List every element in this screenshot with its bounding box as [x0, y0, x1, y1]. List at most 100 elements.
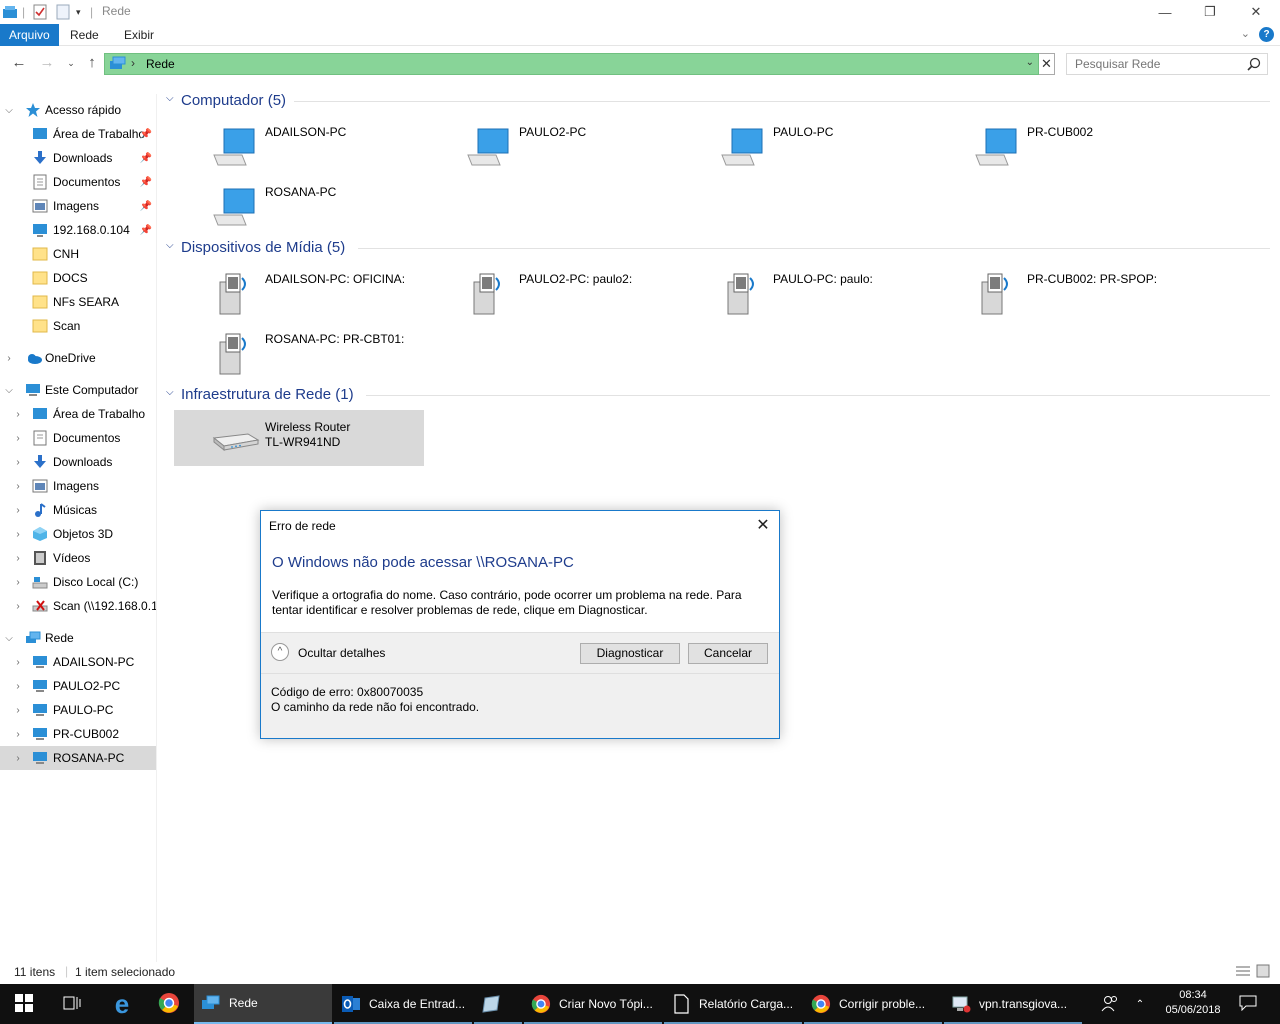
expand-chevron-icon[interactable]: › [13, 601, 23, 612]
media-device-tile[interactable]: ADAILSON-PC: OFICINA: [174, 262, 424, 318]
taskbar-app-chrome-2[interactable]: Corrigir proble... [804, 984, 942, 1024]
expand-chevron-icon[interactable]: › [13, 577, 23, 588]
breadcrumb-rede[interactable]: Rede [146, 57, 175, 71]
computer-tile[interactable]: PAULO2-PC [428, 115, 678, 171]
collapse-chevron-icon[interactable]: ⌵ [166, 93, 174, 104]
maximize-button[interactable]: ❐ [1187, 0, 1233, 24]
pin-icon[interactable]: 📌 [140, 177, 152, 188]
nav-downloads[interactable]: › Downloads [0, 450, 156, 474]
expand-chevron-icon[interactable]: › [13, 753, 23, 764]
expand-chevron-icon[interactable]: › [13, 729, 23, 740]
nav-adailson-pc[interactable]: › ADAILSON-PC [0, 650, 156, 674]
cancel-button[interactable]: Cancelar [688, 643, 768, 664]
nav-folder-nfs-seara[interactable]: NFs SEARA [0, 290, 156, 314]
start-button[interactable] [0, 984, 48, 1024]
nav-documents[interactable]: › Documentos [0, 426, 156, 450]
nav-paulo2-pc[interactable]: › PAULO2-PC [0, 674, 156, 698]
properties-icon[interactable] [33, 4, 47, 20]
router-tile[interactable]: Wireless Router TL-WR941ND [174, 410, 424, 466]
pin-icon[interactable]: 📌 [140, 153, 152, 164]
action-center-button[interactable] [1236, 984, 1260, 1024]
chrome-taskbar-button[interactable] [146, 984, 192, 1024]
collapse-chevron-icon[interactable]: ⌵ [4, 105, 14, 116]
customize-quick-access-icon[interactable]: ▾ [76, 4, 81, 20]
nav-desktop-quick[interactable]: Área de Trabalho 📌 [0, 122, 156, 146]
expand-chevron-icon[interactable]: › [4, 353, 14, 364]
expand-chevron-icon[interactable]: › [13, 529, 23, 540]
nav-folder-cnh[interactable]: CNH [0, 242, 156, 266]
address-dropdown-icon[interactable]: ⌄ [1026, 57, 1034, 68]
large-icons-view-icon[interactable] [1256, 964, 1270, 981]
taskbar-app-chrome-1[interactable]: Criar Novo Tópi... [524, 984, 662, 1024]
tab-rede[interactable]: Rede [61, 24, 108, 46]
nav-desktop[interactable]: › Área de Trabalho [0, 402, 156, 426]
taskbar-app-notes[interactable] [474, 984, 522, 1024]
group-header-computers[interactable]: ⌵ Computador (5) [166, 92, 1270, 110]
nav-quick-access[interactable]: ⌵ Acesso rápido [0, 98, 156, 122]
nav-pictures[interactable]: › Imagens [0, 474, 156, 498]
nav-downloads-quick[interactable]: Downloads 📌 [0, 146, 156, 170]
media-device-tile[interactable]: PR-CUB002: PR-SPOP: [936, 262, 1186, 318]
recent-locations-icon[interactable]: ⌄ [62, 54, 80, 72]
pin-icon[interactable]: 📌 [140, 225, 152, 236]
expand-ribbon-icon[interactable]: ⌄ [1241, 27, 1250, 40]
expand-chevron-icon[interactable]: › [13, 705, 23, 716]
group-header-network-infrastructure[interactable]: ⌵ Infraestrutura de Rede (1) [166, 386, 1270, 404]
media-device-tile[interactable]: ROSANA-PC: PR-CBT01: [174, 322, 424, 378]
hide-details-link[interactable]: Ocultar detalhes [298, 646, 385, 660]
nav-scan-drive[interactable]: › Scan (\\192.168.0.104) [0, 594, 156, 618]
pin-icon[interactable]: 📌 [140, 201, 152, 212]
nav-network-drive-quick[interactable]: 192.168.0.104 📌 [0, 218, 156, 242]
people-button[interactable] [1096, 984, 1124, 1024]
system-clock[interactable]: 08:34 05/06/2018 [1150, 988, 1236, 1018]
help-icon[interactable]: ? [1259, 27, 1274, 42]
tab-exibir[interactable]: Exibir [115, 24, 163, 46]
nav-rosana-pc[interactable]: › ROSANA-PC [0, 746, 156, 770]
nav-onedrive[interactable]: › OneDrive [0, 346, 156, 370]
collapse-chevron-icon[interactable]: ⌵ [4, 385, 14, 396]
taskbar-app-rede[interactable]: Rede [194, 984, 332, 1024]
group-header-media-devices[interactable]: ⌵ Dispositivos de Mídia (5) [166, 239, 1270, 257]
nav-network[interactable]: ⌵ Rede [0, 626, 156, 650]
expand-chevron-icon[interactable]: › [13, 457, 23, 468]
collapse-chevron-icon[interactable]: ⌵ [166, 240, 174, 251]
clear-address-button[interactable]: ✕ [1039, 53, 1055, 75]
task-view-button[interactable] [48, 984, 96, 1024]
minimize-button[interactable]: — [1142, 0, 1188, 24]
nav-folder-scan[interactable]: Scan [0, 314, 156, 338]
expand-chevron-icon[interactable]: › [13, 481, 23, 492]
expand-chevron-icon[interactable]: › [13, 433, 23, 444]
media-device-tile[interactable]: PAULO-PC: paulo: [682, 262, 932, 318]
tab-arquivo[interactable]: Arquivo [0, 24, 59, 46]
nav-documents-quick[interactable]: Documentos 📌 [0, 170, 156, 194]
nav-pr-cub002[interactable]: › PR-CUB002 [0, 722, 156, 746]
diagnose-button[interactable]: Diagnosticar [580, 643, 680, 664]
nav-paulo-pc[interactable]: › PAULO-PC [0, 698, 156, 722]
expand-chevron-icon[interactable]: › [13, 681, 23, 692]
show-hidden-icons-button[interactable]: ⌃ [1132, 984, 1148, 1024]
expand-chevron-icon[interactable]: › [13, 553, 23, 564]
taskbar-app-vpn[interactable]: vpn.transgiova... [944, 984, 1082, 1024]
nav-pictures-quick[interactable]: Imagens 📌 [0, 194, 156, 218]
computer-tile[interactable]: PR-CUB002 [936, 115, 1186, 171]
up-button[interactable]: ↑ [83, 54, 101, 72]
computer-tile[interactable]: ADAILSON-PC [174, 115, 424, 171]
collapse-details-icon[interactable]: ^ [271, 643, 289, 661]
taskbar-app-document[interactable]: Relatório Carga... [664, 984, 802, 1024]
nav-folder-docs[interactable]: DOCS [0, 266, 156, 290]
computer-tile[interactable]: ROSANA-PC [174, 175, 424, 231]
nav-music[interactable]: › Músicas [0, 498, 156, 522]
expand-chevron-icon[interactable]: › [13, 657, 23, 668]
nav-3d-objects[interactable]: › Objetos 3D [0, 522, 156, 546]
expand-chevron-icon[interactable]: › [13, 409, 23, 420]
address-bar[interactable]: › Rede ⌄ [104, 53, 1039, 75]
explorer-network-icon[interactable] [2, 4, 18, 20]
expand-chevron-icon[interactable]: › [13, 505, 23, 516]
back-button[interactable]: ← [10, 54, 28, 72]
nav-this-pc[interactable]: ⌵ Este Computador [0, 378, 156, 402]
close-button[interactable]: ✕ [1233, 0, 1279, 24]
taskbar-app-outlook[interactable]: Caixa de Entrad... [334, 984, 472, 1024]
nav-videos[interactable]: › Vídeos [0, 546, 156, 570]
media-device-tile[interactable]: PAULO2-PC: paulo2: [428, 262, 678, 318]
forward-button[interactable]: → [38, 54, 56, 72]
